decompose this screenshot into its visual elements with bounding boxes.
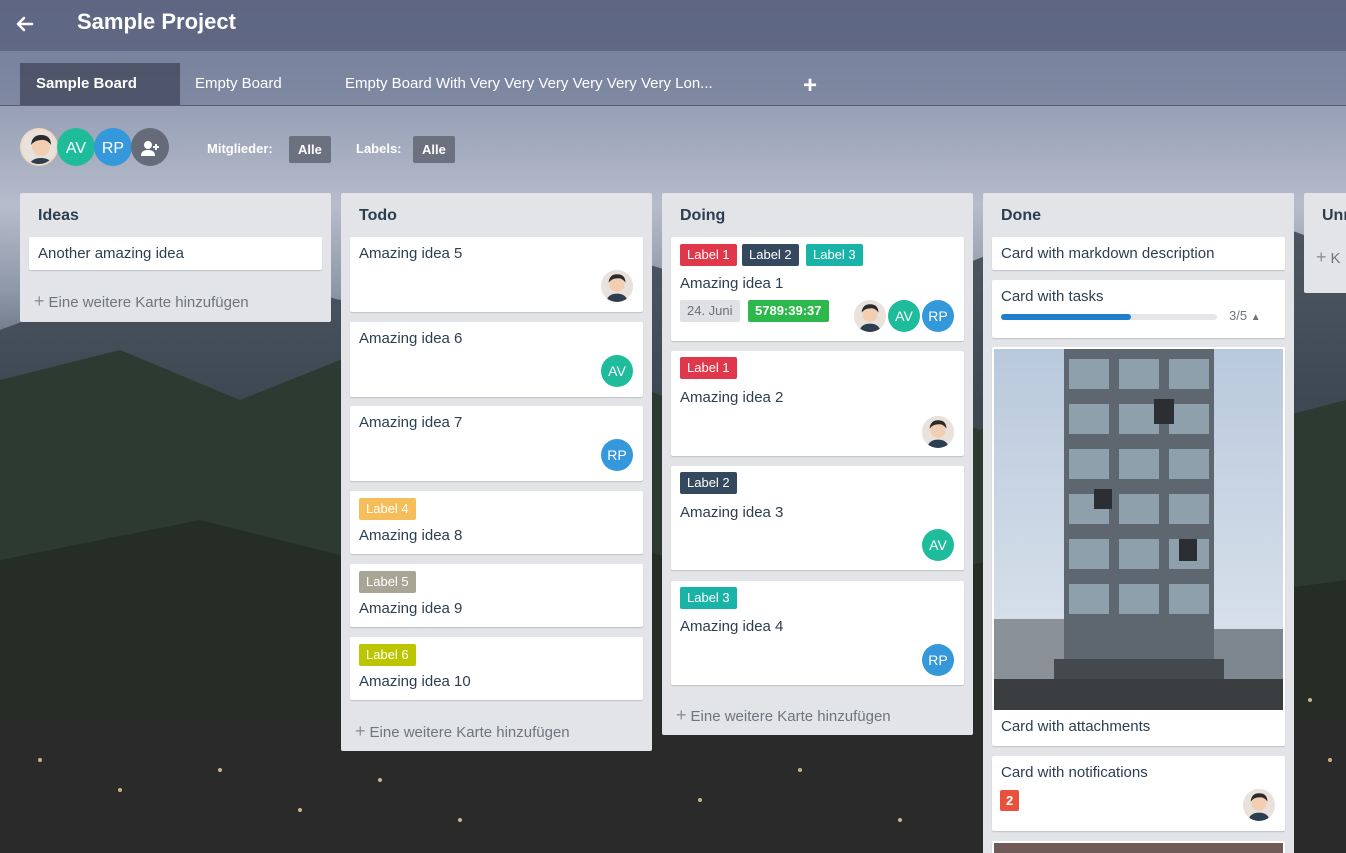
attachment-image [994,843,1283,853]
attachment-image [994,349,1283,710]
card-title: Amazing idea 6 [359,330,463,347]
member-avatar-av: AV [922,529,954,561]
user-plus-icon [141,141,159,156]
board-lists: Ideas Another amazing idea + Eine weitere… [0,193,1346,853]
member-avatar-photo[interactable] [20,128,58,166]
card-title: Amazing idea 7 [359,414,463,431]
labels-filter-label: Labels: [356,141,402,156]
member-avatar-photo [1243,789,1275,821]
card-title: Amazing idea 2 [680,389,784,406]
card-title: Amazing idea 1 [680,275,784,292]
member-avatar-av[interactable]: AV [57,128,95,166]
list-title: Doing [680,207,726,224]
card[interactable]: Label 2 Amazing idea 3 AV [671,466,964,570]
add-board-plus-icon[interactable]: + [799,73,821,99]
member-avatar-rp: RP [922,300,954,332]
list-title: Unr [1322,207,1346,224]
card[interactable]: Label 4 Amazing idea 8 [350,491,643,554]
card[interactable]: Card with tasks 3/5 ▲ [992,280,1285,338]
card-title: Another amazing idea [38,245,184,262]
list-doing: Doing Label 1 Label 2 Label 3 Amazing id… [662,193,973,735]
plus-icon: + [676,705,687,725]
card-title: Card with notifications [1001,764,1148,781]
card-partial[interactable] [992,841,1285,853]
plus-icon: + [355,721,366,741]
task-progress-bar [1001,314,1217,320]
card-label: Label 3 [806,244,863,266]
member-avatar-av: AV [888,300,920,332]
card[interactable]: Label 5 Amazing idea 9 [350,564,643,627]
notification-badge: 2 [1000,790,1020,811]
tab-sample-board[interactable]: Sample Board [20,63,180,105]
task-count: 3/5 ▲ [1229,308,1261,323]
member-avatar-rp[interactable]: RP [94,128,132,166]
card-label: Label 5 [359,571,416,593]
card-title: Amazing idea 5 [359,245,463,262]
project-title: Sample Project [77,9,236,34]
card[interactable]: Amazing idea 6 AV [350,322,643,397]
card[interactable]: Label 3 Amazing idea 4 RP [671,581,964,685]
member-avatar-rp: RP [922,644,954,676]
card[interactable]: Label 1 Label 2 Label 3 Amazing idea 1 2… [671,237,964,341]
caret-up-icon[interactable]: ▲ [1251,312,1261,323]
card[interactable]: Amazing idea 5 [350,237,643,312]
add-card-button[interactable]: + Eine weitere Karte hinzufügen [676,705,891,726]
card-title: Amazing idea 4 [680,618,784,635]
timer-badge: 5789:39:37 [748,300,829,322]
card-title: Card with tasks [1001,288,1104,305]
list-done: Done Card with markdown description Card… [983,193,1294,853]
member-avatar-rp: RP [601,439,633,471]
card-title: Amazing idea 8 [359,527,463,544]
card-label: Label 1 [680,357,737,379]
member-avatar-av: AV [601,355,633,387]
card-label: Label 4 [359,498,416,520]
list-title: Todo [359,207,397,224]
card[interactable]: Amazing idea 7 RP [350,406,643,481]
list-partial: Unr +K [1304,193,1346,293]
card[interactable]: Card with notifications 2 [992,756,1285,831]
plus-icon: + [1316,247,1327,267]
card-title: Amazing idea 3 [680,504,784,521]
members-filter-button[interactable]: Alle [289,136,331,163]
list-title: Ideas [38,207,79,224]
card-label: Label 1 [680,244,737,266]
list-ideas: Ideas Another amazing idea + Eine weitere… [20,193,331,322]
app-header: Sample Project [0,0,1346,51]
plus-icon: + [34,291,45,311]
card[interactable]: Another amazing idea [29,237,322,270]
board-tabs: Sample Board Empty Board Empty Board Wit… [0,51,1346,106]
card-label: Label 2 [742,244,799,266]
card-title: Card with attachments [1001,718,1151,735]
list-title: Done [1001,207,1041,224]
add-card-button[interactable]: + Eine weitere Karte hinzufügen [34,291,249,312]
filter-bar: AV RP Mitglieder: Alle Labels: Alle [0,106,1346,186]
card[interactable]: Card with markdown description [992,237,1285,270]
card-title: Card with markdown description [1001,245,1215,262]
card-label: Label 3 [680,587,737,609]
card-label: Label 2 [680,472,737,494]
member-avatar-photo [854,300,886,332]
card[interactable]: Label 6 Amazing idea 10 [350,637,643,700]
members-filter-label: Mitglieder: [207,141,273,156]
card-label: Label 6 [359,644,416,666]
task-progress-fill [1001,314,1131,320]
card[interactable]: Label 1 Amazing idea 2 [671,351,964,456]
due-date-badge: 24. Juni [680,300,740,322]
back-arrow-icon[interactable] [12,10,38,36]
add-card-button[interactable]: + K [1316,247,1341,268]
list-todo: Todo Amazing idea 5 Amazing idea 6 AV Am… [341,193,652,751]
card-title: Amazing idea 9 [359,600,463,617]
card[interactable]: Card with attachments [992,347,1285,746]
add-member-button[interactable] [131,128,169,166]
tab-empty-board[interactable]: Empty Board [179,63,298,105]
member-avatar-photo [601,270,633,302]
card-title: Amazing idea 10 [359,673,471,690]
add-card-button[interactable]: + Eine weitere Karte hinzufügen [355,721,570,742]
labels-filter-button[interactable]: Alle [413,136,455,163]
tab-empty-board-long[interactable]: Empty Board With Very Very Very Very Ver… [329,63,729,105]
member-avatar-photo [922,416,954,448]
